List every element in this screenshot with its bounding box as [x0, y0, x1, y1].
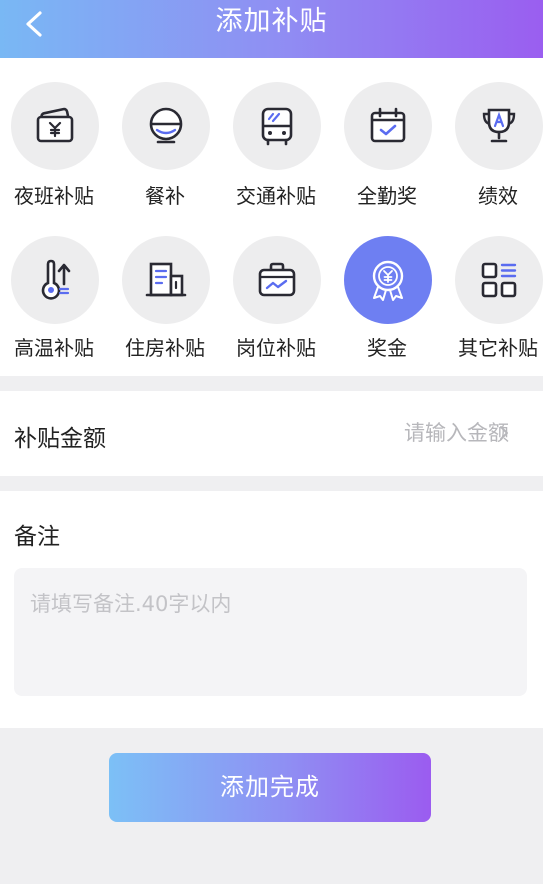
category-meal[interactable]: 餐补 [111, 58, 219, 208]
thermometer-icon [41, 259, 71, 300]
category-label: 绩效 [478, 184, 518, 208]
briefcase-icon [258, 262, 296, 297]
category-grid: 夜班补贴 餐补 交通补贴 全勤奖 绩效 高温补贴 住房补贴 岗位补贴 奖金 其它… [0, 58, 543, 376]
category-high-temp[interactable]: 高温补贴 [0, 212, 108, 360]
chevron-right-icon [500, 426, 508, 440]
category-night-shift[interactable]: 夜班补贴 [0, 58, 108, 208]
amount-label: 补贴金额 [14, 426, 106, 452]
category-other[interactable]: 其它补贴 [444, 212, 543, 360]
trophy-icon [482, 108, 516, 143]
category-label: 奖金 [367, 336, 407, 360]
remark-textarea[interactable] [14, 568, 527, 696]
building-icon [145, 262, 187, 297]
amount-input[interactable] [309, 415, 509, 451]
submit-button[interactable]: 添加完成 [109, 753, 431, 822]
bus-icon [261, 107, 293, 146]
category-label: 住房补贴 [125, 336, 205, 360]
grid-icon [481, 262, 517, 298]
header-bar: 添加补贴 [0, 0, 543, 58]
category-label: 全勤奖 [357, 184, 417, 208]
remark-label: 备注 [14, 524, 60, 550]
category-label: 其它补贴 [458, 336, 538, 360]
category-position[interactable]: 岗位补贴 [222, 212, 330, 360]
category-housing[interactable]: 住房补贴 [111, 212, 219, 360]
category-transport[interactable]: 交通补贴 [222, 58, 330, 208]
category-label: 交通补贴 [236, 184, 316, 208]
medal-icon [372, 260, 404, 301]
category-performance[interactable]: 绩效 [444, 58, 543, 208]
remark-section: 备注 [0, 491, 543, 728]
category-bonus[interactable]: 奖金 [333, 212, 441, 360]
calendar-check-icon [370, 107, 406, 143]
bowl-icon [149, 107, 183, 144]
category-attendance[interactable]: 全勤奖 [333, 58, 441, 208]
ticket-icon [36, 107, 74, 143]
category-label: 岗位补贴 [236, 336, 316, 360]
amount-row: 补贴金额 [0, 391, 543, 476]
page-title: 添加补贴 [215, 6, 328, 37]
category-label: 餐补 [145, 184, 185, 208]
